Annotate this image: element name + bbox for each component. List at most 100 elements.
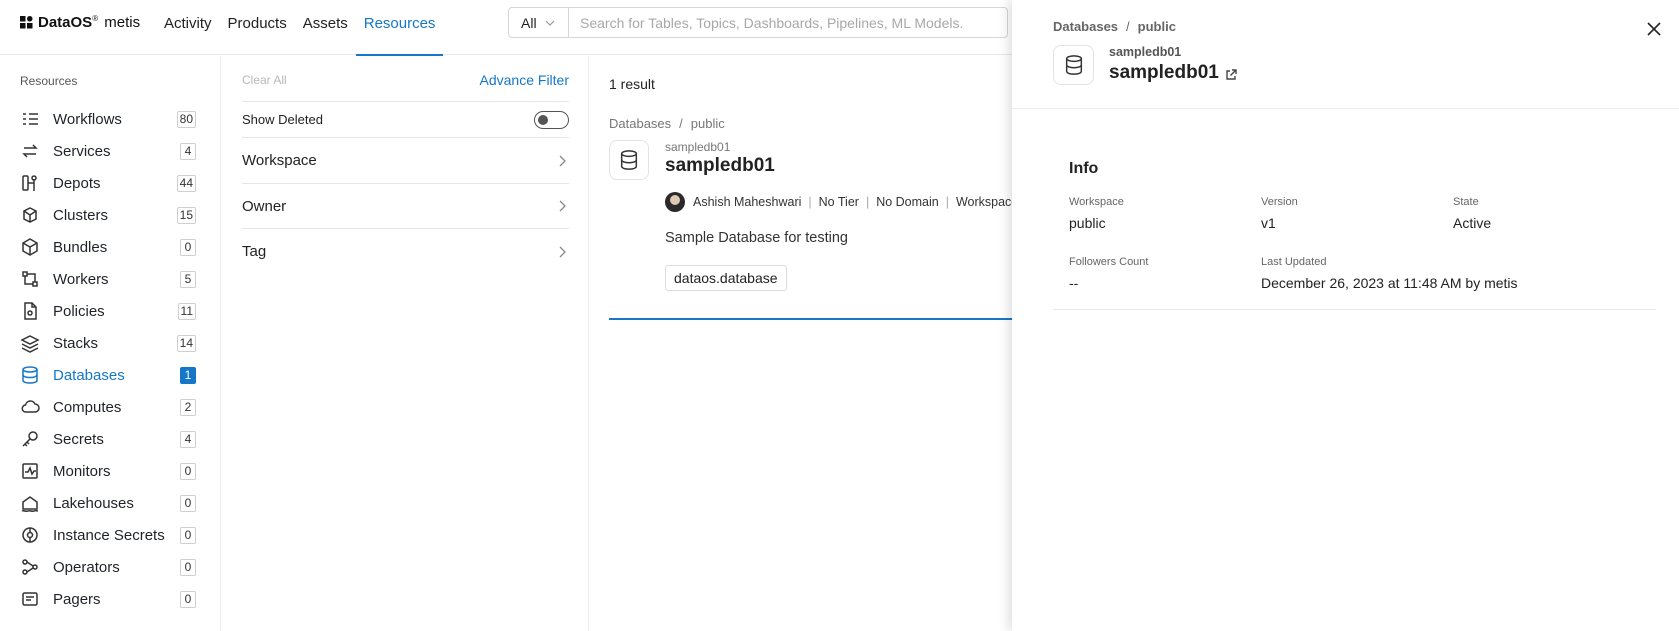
dataos-logo[interactable]: DataOS® metis [20,14,140,31]
clear-all-button[interactable]: Clear All [242,73,287,87]
show-deleted-toggle[interactable] [534,111,569,129]
filter-panel: Clear All Advance Filter Show Deleted Wo… [222,56,589,631]
sidebar-item-policies[interactable]: Policies 11 [0,295,221,327]
result-title[interactable]: sampledb01 [665,155,775,177]
nav-activity[interactable]: Activity [156,0,220,55]
info-last-updated: Last Updated December 26, 2023 at 11:48 … [1261,256,1518,291]
sidebar-item-services[interactable]: Services 4 [0,135,221,167]
search-scope-value: All [521,14,537,31]
nav-assets[interactable]: Assets [295,0,356,55]
sidebar-item-bundles[interactable]: Bundles 0 [0,231,221,263]
bundles-icon [22,238,38,256]
instance-secrets-icon [22,527,38,543]
sidebar-item-count: 2 [180,398,196,416]
sidebar-item-count: 15 [176,206,196,224]
sidebar-item-count: 5 [180,270,196,288]
result-description: Sample Database for testing [665,230,848,246]
info-version-value: v1 [1261,215,1276,231]
filter-owner-label: Owner [242,197,287,215]
info-state-value: Active [1453,215,1492,231]
sidebar-item-computes[interactable]: Computes 2 [0,391,221,423]
stacks-icon [20,335,40,353]
details-drawer: Databases / public sampledb01 sampledb01 I… [1012,0,1679,631]
search-scope-select[interactable]: All [509,8,569,37]
resources-sidebar: Resources Workflows 80 Services 4 Depots 44 Cl… [0,56,221,631]
info-followers-value: -- [1069,275,1079,291]
drawer-breadcrumb-databases[interactable]: Databases [1053,19,1118,34]
sidebar-item-operators[interactable]: Operators 0 [0,551,221,583]
info-workspace: Workspace public [1069,196,1124,231]
workflows-icon [23,113,38,125]
sidebar-item-stacks[interactable]: Stacks 14 [0,327,221,359]
sidebar-item-count: 0 [180,558,196,576]
result-breadcrumb: Databases / public [609,116,725,131]
sidebar-item-label: Computes [53,398,122,416]
sidebar-item-workers[interactable]: Workers 5 [0,263,221,295]
drawer-breadcrumb-public[interactable]: public [1138,19,1176,34]
result-workspace: Workspace [955,195,1019,209]
database-icon [1053,45,1094,85]
depots-icon [22,175,37,191]
main-nav: Activity Products Assets Resources [156,0,444,56]
sidebar-item-monitors[interactable]: Monitors 0 [0,455,221,487]
result-owner[interactable]: Ashish Maheshwari [693,195,801,209]
sidebar-item-depots[interactable]: Depots 44 [0,167,221,199]
sidebar-item-count: 1 [180,366,196,384]
info-followers: Followers Count -- [1069,256,1148,291]
drawer-title: sampledb01 [1109,62,1219,83]
close-icon[interactable] [1643,18,1665,40]
info-state-label: State [1453,196,1479,208]
result-tag[interactable]: dataos.database [665,265,787,291]
info-workspace-value: public [1069,215,1106,231]
sidebar-item-lakehouses[interactable]: Lakehouses 0 [0,487,221,519]
sidebar-item-count: 0 [180,462,196,480]
info-divider [1053,309,1656,310]
databases-icon [22,366,38,384]
nav-resources[interactable]: Resources [355,0,444,56]
nav-products[interactable]: Products [220,0,295,55]
chevron-down-icon [545,20,554,26]
sidebar-item-label: Stacks [53,334,99,352]
sidebar-item-label: Operators [53,558,120,576]
filter-owner[interactable]: Owner [242,183,569,228]
show-deleted-label: Show Deleted [242,112,323,127]
breadcrumb-public[interactable]: public [691,116,725,131]
resource-list: Workflows 80 Services 4 Depots 44 Clusters 15 Bu… [0,103,221,615]
result-meta: Ashish Maheshwari | No Tier | No Domain … [665,192,1018,212]
sidebar-item-pagers[interactable]: Pagers 0 [0,583,221,615]
sidebar-item-count: 4 [180,430,196,448]
toggle-knob [538,115,548,125]
info-workspace-label: Workspace [1069,196,1124,208]
drawer-breadcrumb: Databases / public [1053,19,1176,34]
sidebar-item-label: Secrets [53,430,104,448]
sidebar-item-instance-secrets[interactable]: Instance Secrets 0 [0,519,221,551]
breadcrumb-databases[interactable]: Databases [609,116,671,131]
sidebar-item-label: Services [53,142,111,160]
sidebar-item-count: 14 [176,334,196,352]
sidebar-item-clusters[interactable]: Clusters 15 [0,199,221,231]
services-icon [22,144,38,158]
advance-filter-link[interactable]: Advance Filter [480,72,569,88]
sidebar-item-secrets[interactable]: Secrets 4 [0,423,221,455]
avatar [665,192,685,212]
filter-workspace[interactable]: Workspace [242,137,569,183]
sidebar-item-label: Workers [53,270,109,288]
external-link-icon[interactable] [1224,68,1238,82]
sidebar-item-workflows[interactable]: Workflows 80 [0,103,221,135]
search-input[interactable] [569,8,1007,37]
sidebar-item-count: 44 [176,174,196,192]
monitors-icon [22,463,38,479]
policies-icon [24,302,37,320]
clusters-icon [23,207,37,223]
filter-tag[interactable]: Tag [242,228,569,274]
sidebar-item-label: Bundles [53,238,108,256]
info-followers-label: Followers Count [1069,256,1149,268]
operators-icon [22,559,38,575]
sidebar-item-label: Databases [53,366,125,384]
sidebar-item-databases[interactable]: Databases 1 [0,359,221,391]
logo-product: metis [104,14,141,31]
computes-icon [21,400,40,413]
sidebar-item-count: 11 [177,302,196,320]
result-subtitle: sampledb01 [665,140,731,154]
sidebar-item-count: 0 [180,590,196,608]
